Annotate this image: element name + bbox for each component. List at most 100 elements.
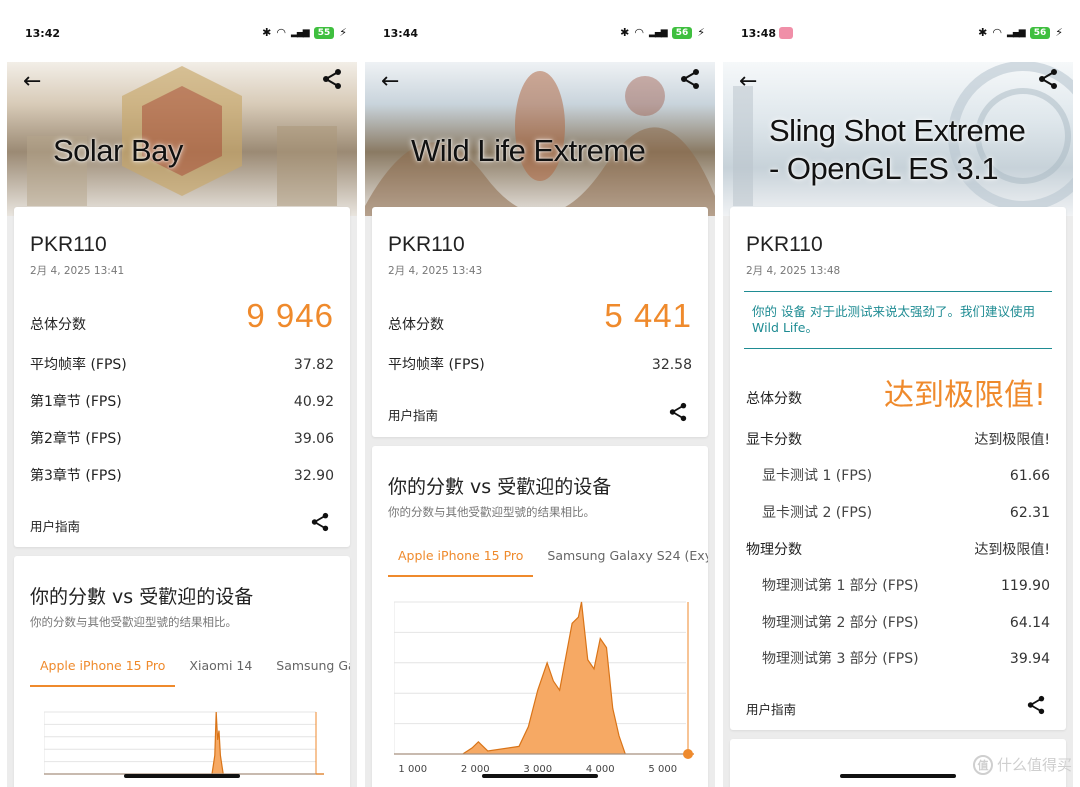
stat-label: 显卡测试 2 (FPS) bbox=[762, 505, 873, 521]
test-title: Solar Bay bbox=[53, 133, 183, 168]
physics-test-row: 物理测试第 2 部分 (FPS) 64.14 bbox=[762, 612, 1050, 632]
tab-samsung-galaxy-s24[interactable]: Samsung Galaxy S24 (Exyr bbox=[537, 548, 708, 575]
physics-score-value: 达到极限值! bbox=[974, 542, 1050, 558]
test-title: Wild Life Extreme bbox=[411, 133, 646, 168]
gpu-test-row: 显卡测试 1 (FPS) 61.66 bbox=[762, 465, 1050, 485]
stat-label: 平均帧率 (FPS) bbox=[388, 357, 485, 373]
distribution-area bbox=[394, 601, 694, 755]
gpu-score-row: 显卡分数 达到极限值! bbox=[746, 429, 1050, 449]
home-indicator bbox=[124, 774, 240, 778]
back-arrow-icon[interactable]: ← bbox=[23, 69, 41, 94]
test-date: 2月 4, 2025 13:43 bbox=[388, 265, 483, 277]
charging-icon: ⚡ bbox=[339, 26, 347, 39]
share-icon[interactable] bbox=[679, 68, 701, 90]
status-bar: 13:44 ✱ ◠ ▂▄▆ 56 ⚡ bbox=[365, 0, 715, 62]
compare-card: 你的分數 vs 受歡迎的设备 你的分数与其他受歡迎型號的结果相比。 Apple … bbox=[14, 556, 350, 787]
stat-label: 物理测试第 3 部分 (FPS) bbox=[762, 651, 919, 667]
back-arrow-icon[interactable]: ← bbox=[381, 69, 399, 94]
watermark-text: 什么值得买 bbox=[996, 756, 1072, 774]
bluetooth-icon: ✱ bbox=[262, 26, 272, 39]
device-tabs: Apple iPhone 15 Pro Samsung Galaxy S24 (… bbox=[388, 548, 708, 577]
share-icon[interactable] bbox=[321, 68, 343, 90]
stat-label: 物理测试第 2 部分 (FPS) bbox=[762, 615, 919, 631]
status-bar: 13:48 ✱ ◠ ▂▄▆ 56 ⚡ bbox=[723, 0, 1073, 62]
tab-xiaomi-14[interactable]: Xiaomi 14 bbox=[179, 658, 262, 685]
distribution-area bbox=[44, 711, 324, 775]
x-tick-label: 1 000 bbox=[398, 764, 427, 775]
physics-score-row: 物理分数 达到极限值! bbox=[746, 539, 1050, 559]
test-title-line-2: - OpenGL ES 3.1 bbox=[769, 151, 999, 186]
status-time: 13:44 bbox=[383, 27, 419, 40]
status-bar: 13:42 ✱ ◠ ▂▄▆ 55 ⚡ bbox=[7, 0, 357, 62]
status-icons: ✱ ◠ ▂▄▆ 55 ⚡ bbox=[262, 26, 347, 39]
screen-solar-bay: 13:42 ✱ ◠ ▂▄▆ 55 ⚡ ← Solar Bay PKR110 2月… bbox=[7, 0, 357, 787]
stat-row: 第2章节 (FPS) 39.06 bbox=[30, 428, 334, 448]
back-arrow-icon[interactable]: ← bbox=[739, 69, 757, 94]
compare-subtitle: 你的分数与其他受歡迎型號的结果相比。 bbox=[30, 615, 237, 629]
device-too-powerful-warning: 你的 设备 对于此测试来说太强劲了。我们建议使用 Wild Life。 bbox=[744, 291, 1052, 349]
share-icon[interactable] bbox=[668, 402, 688, 422]
tab-samsung[interactable]: Samsung Gal bbox=[266, 658, 350, 685]
share-icon[interactable] bbox=[310, 512, 330, 532]
tab-apple-iphone-15-pro[interactable]: Apple iPhone 15 Pro bbox=[30, 658, 176, 687]
wifi-icon: ◠ bbox=[992, 26, 1002, 39]
tab-apple-iphone-15-pro[interactable]: Apple iPhone 15 Pro bbox=[388, 548, 534, 577]
total-score-label: 总体分数 bbox=[388, 317, 444, 333]
physics-test-row: 物理测试第 1 部分 (FPS) 119.90 bbox=[762, 575, 1050, 595]
gpu-score-label: 显卡分数 bbox=[746, 432, 802, 448]
user-guide-link[interactable]: 用户指南 bbox=[746, 699, 796, 718]
screen-sling-shot-extreme: 13:48 ✱ ◠ ▂▄▆ 56 ⚡ ← Sling Shot Extreme … bbox=[723, 0, 1073, 787]
stat-value: 39.94 bbox=[1009, 651, 1050, 667]
user-guide-link[interactable]: 用户指南 bbox=[30, 516, 80, 535]
screen-wild-life-extreme: 13:44 ✱ ◠ ▂▄▆ 56 ⚡ ← Wild Life Extreme P… bbox=[365, 0, 715, 787]
compare-subtitle: 你的分数与其他受歡迎型號的结果相比。 bbox=[388, 505, 595, 519]
stat-value: 39.06 bbox=[293, 431, 334, 447]
device-tabs: Apple iPhone 15 Pro Xiaomi 14 Samsung Ga… bbox=[30, 658, 350, 687]
stat-row: 第3章节 (FPS) 32.90 bbox=[30, 465, 334, 485]
home-indicator bbox=[482, 774, 598, 778]
total-score-value: 5 441 bbox=[604, 297, 692, 334]
status-time: 13:42 bbox=[25, 27, 61, 40]
device-name: PKR110 bbox=[30, 233, 107, 256]
stat-label: 第2章节 (FPS) bbox=[30, 431, 122, 447]
share-icon[interactable] bbox=[1026, 695, 1046, 715]
hero-banner: ← Sling Shot Extreme - OpenGL ES 3.1 bbox=[723, 56, 1073, 216]
status-icons: ✱ ◠ ▂▄▆ 56 ⚡ bbox=[978, 26, 1063, 39]
x-tick-label: 5 000 bbox=[648, 764, 677, 775]
stat-value: 61.66 bbox=[1009, 468, 1050, 484]
stat-value: 32.58 bbox=[651, 357, 692, 373]
user-guide-link[interactable]: 用户指南 bbox=[388, 405, 438, 424]
stat-value: 32.90 bbox=[293, 468, 334, 484]
score-distribution-chart bbox=[44, 711, 324, 775]
gpu-test-row: 显卡测试 2 (FPS) 62.31 bbox=[762, 502, 1050, 522]
status-icons: ✱ ◠ ▂▄▆ 56 ⚡ bbox=[620, 26, 705, 39]
stat-label: 第3章节 (FPS) bbox=[30, 468, 122, 484]
watermark-logo-icon: 值 bbox=[972, 754, 993, 775]
stat-value: 64.14 bbox=[1009, 615, 1050, 631]
battery-icon: 56 bbox=[1029, 26, 1051, 39]
watermark: 值 什么值得买 bbox=[972, 754, 1072, 775]
notification-icon bbox=[779, 27, 793, 39]
device-name: PKR110 bbox=[746, 233, 823, 256]
signal-icon: ▂▄▆ bbox=[648, 27, 668, 38]
battery-icon: 55 bbox=[313, 26, 335, 39]
stat-value: 37.82 bbox=[293, 357, 334, 373]
stat-row: 平均帧率 (FPS) 37.82 bbox=[30, 354, 334, 374]
hero-banner: ← Wild Life Extreme bbox=[365, 56, 715, 216]
total-score-label: 总体分数 bbox=[746, 391, 802, 407]
stat-value: 62.31 bbox=[1009, 505, 1050, 521]
hero-banner: ← Solar Bay bbox=[7, 56, 357, 216]
wifi-icon: ◠ bbox=[634, 26, 644, 39]
total-score-label: 总体分数 bbox=[30, 317, 86, 333]
status-time: 13:48 bbox=[741, 27, 777, 40]
signal-icon: ▂▄▆ bbox=[1006, 27, 1026, 38]
share-icon[interactable] bbox=[1037, 68, 1059, 90]
signal-icon: ▂▄▆ bbox=[290, 27, 310, 38]
home-indicator bbox=[840, 774, 956, 778]
compare-title: 你的分數 vs 受歡迎的设备 bbox=[388, 476, 612, 498]
stat-value: 119.90 bbox=[1001, 578, 1050, 594]
result-card: PKR110 2月 4, 2025 13:43 总体分数 5 441 平均帧率 … bbox=[372, 207, 708, 437]
stat-row: 第1章节 (FPS) 40.92 bbox=[30, 391, 334, 411]
wifi-icon: ◠ bbox=[276, 26, 286, 39]
physics-test-row: 物理测试第 3 部分 (FPS) 39.94 bbox=[762, 648, 1050, 668]
